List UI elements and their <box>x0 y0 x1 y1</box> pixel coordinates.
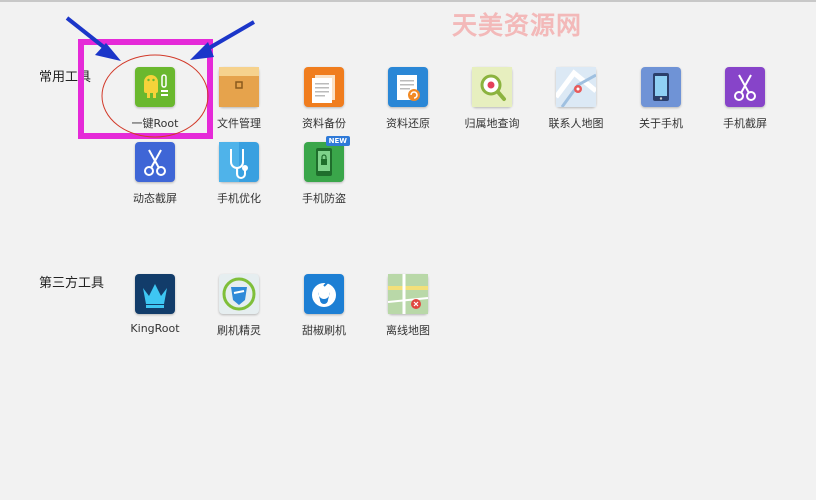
magnifier-icon <box>472 67 512 107</box>
tool-one-click-root[interactable]: 一键Root <box>115 67 195 131</box>
section-label-third-party-tools: 第三方工具 <box>39 276 105 291</box>
offline-map-icon <box>388 274 428 314</box>
tool-label: 离线地图 <box>386 324 430 337</box>
tool-label: 文件管理 <box>217 117 261 130</box>
tool-offline-map[interactable]: 离线地图 <box>368 274 448 338</box>
tool-label: 一键Root <box>131 117 179 130</box>
android-root-icon <box>135 67 175 107</box>
pepper-icon <box>304 274 344 314</box>
tool-phone-screenshot[interactable]: 手机截屏 <box>705 67 785 131</box>
crown-icon <box>135 274 175 314</box>
tool-file-manager[interactable]: 文件管理 <box>199 67 279 131</box>
tool-about-phone[interactable]: 关于手机 <box>621 67 701 131</box>
tool-label: 刷机精灵 <box>217 324 261 337</box>
tool-data-backup[interactable]: 资料备份 <box>284 67 364 131</box>
arrow-head-left <box>95 43 121 61</box>
document-stack-icon <box>304 67 344 107</box>
tool-data-restore[interactable]: 资料还原 <box>368 67 448 131</box>
top-border <box>0 0 816 2</box>
folder-icon <box>219 67 259 107</box>
tool-label: 动态截屏 <box>133 192 177 205</box>
annotation-arrow-right <box>202 20 256 53</box>
tool-phone-optimize[interactable]: 手机优化 <box>199 142 279 206</box>
stethoscope-icon <box>219 142 259 182</box>
tool-label: 手机优化 <box>217 192 261 205</box>
tool-contact-map[interactable]: 联系人地图 <box>536 67 616 131</box>
tool-label: 资料备份 <box>302 117 346 130</box>
arrow-head-right <box>190 42 214 60</box>
tool-label: 甜椒刷机 <box>302 324 346 337</box>
tool-label: KingRoot <box>130 322 180 335</box>
scissors-icon <box>135 142 175 182</box>
annotation-arrow-left <box>65 16 112 54</box>
map-pin-icon <box>556 67 596 107</box>
phone-icon <box>641 67 681 107</box>
tool-location-lookup[interactable]: 归属地查询 <box>452 67 532 131</box>
new-badge: NEW <box>325 136 350 146</box>
tool-label: 归属地查询 <box>464 117 520 130</box>
tool-pepper-flash[interactable]: 甜椒刷机 <box>284 274 364 338</box>
watermark: 天美资源网 <box>452 11 583 40</box>
phone-lock-icon: NEW <box>304 136 350 182</box>
tool-kingroot[interactable]: KingRoot <box>115 274 195 335</box>
tool-label: 资料还原 <box>386 117 430 130</box>
tool-label: 手机防盗 <box>302 192 346 205</box>
tool-animated-screenshot[interactable]: 动态截屏 <box>115 142 195 206</box>
tool-phone-antitheft[interactable]: NEW 手机防盗 <box>284 136 364 206</box>
scissors-icon <box>725 67 765 107</box>
tool-label: 手机截屏 <box>723 117 767 130</box>
tool-label: 关于手机 <box>639 117 683 130</box>
document-restore-icon <box>388 67 428 107</box>
tool-label: 联系人地图 <box>548 117 604 130</box>
tool-flash-wizard[interactable]: 刷机精灵 <box>199 274 279 338</box>
shield-icon <box>219 274 259 314</box>
section-label-common-tools: 常用工具 <box>39 70 92 85</box>
